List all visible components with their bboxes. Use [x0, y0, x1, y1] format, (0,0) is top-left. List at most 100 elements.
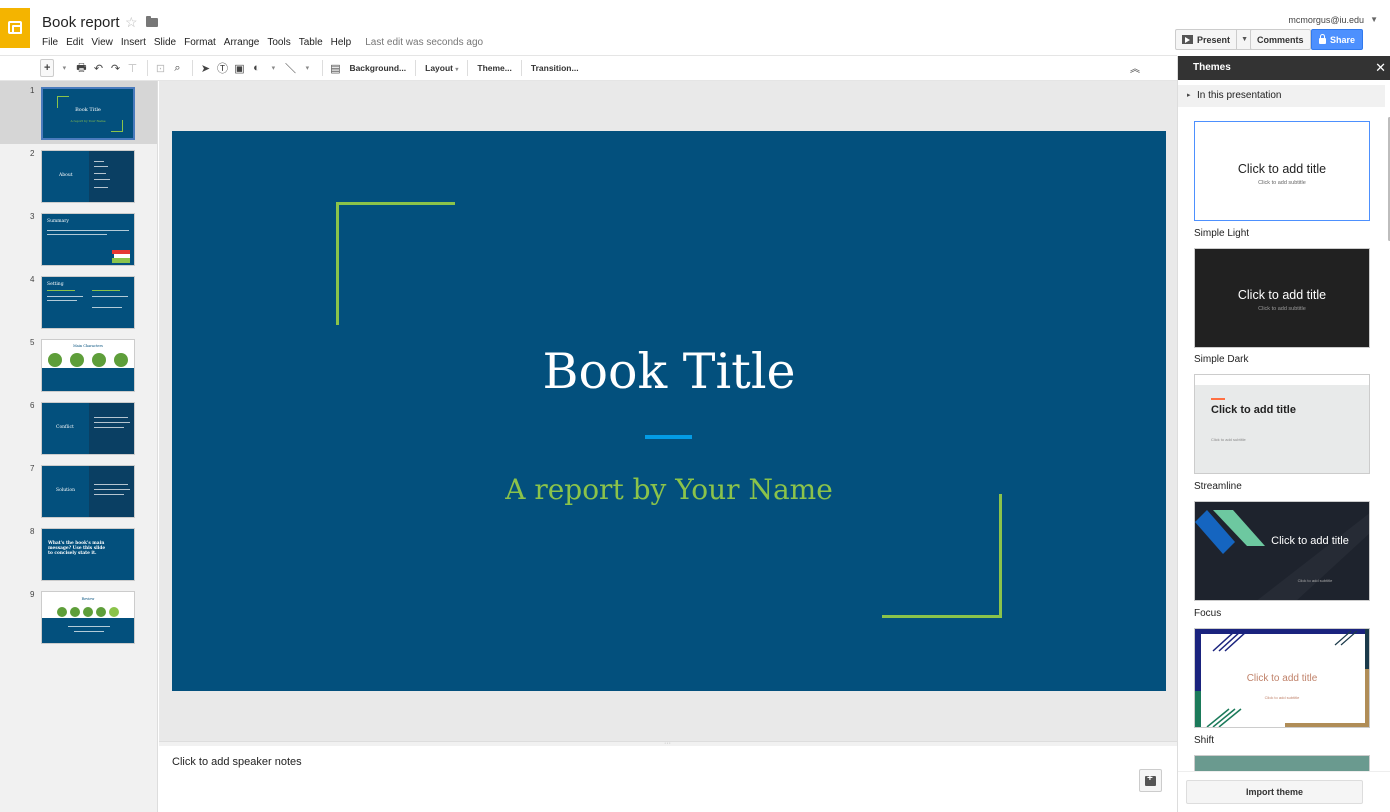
thumb-text-line [94, 161, 104, 162]
print-icon[interactable]: 🖶 [74, 59, 88, 77]
menu-bar: File Edit View Insert Slide Format Arran… [42, 37, 483, 48]
current-slide[interactable]: Book Title A report by Your Name [172, 131, 1166, 691]
line-icon[interactable]: ＼ [283, 59, 297, 77]
thumb-avatar [114, 353, 128, 367]
menu-slide[interactable]: Slide [154, 37, 176, 48]
slide-thumbnail-3[interactable]: 3 Summary [0, 207, 157, 270]
account-chevron-down-icon[interactable]: ▼ [1370, 15, 1378, 24]
menu-view[interactable]: View [91, 37, 113, 48]
paint-format-icon[interactable]: ⊤ [125, 59, 139, 77]
slide-thumbnail-9[interactable]: 9 Review [0, 585, 157, 648]
toolbar-divider [415, 60, 417, 76]
theme-card-subtitle: Click to add subtitle [1264, 695, 1300, 700]
thumb-text-line [47, 300, 77, 301]
star-icon[interactable]: ☆ [125, 14, 138, 31]
thumb-text-line [94, 494, 124, 495]
slide-thumbnail-1[interactable]: 1 Book Title A report by Your Name [0, 81, 157, 144]
theme-card-shift[interactable]: Click to add title Click to add subtitle [1194, 628, 1370, 728]
import-theme-button[interactable]: Import theme [1186, 780, 1363, 804]
app-header: Book report ☆ File Edit View Insert Slid… [0, 0, 1390, 56]
theme-name: Shift [1194, 735, 1215, 746]
redo-icon[interactable]: ↷ [108, 59, 122, 77]
menu-edit[interactable]: Edit [66, 37, 83, 48]
slide-number: 5 [30, 338, 35, 347]
slide-thumbnail-6[interactable]: 6 Conflict [0, 396, 157, 459]
undo-icon[interactable]: ↶ [91, 59, 105, 77]
layout-button[interactable]: Layout ▾ [421, 63, 462, 73]
thumb-panel [89, 403, 134, 454]
new-slide-chevron-down-icon[interactable]: ▾ [57, 59, 71, 77]
theme-card-simple-light[interactable]: Click to add title Click to add subtitle [1194, 121, 1370, 221]
account-email[interactable]: mcmorgus@iu.edu [1288, 15, 1364, 25]
menu-tools[interactable]: Tools [267, 37, 290, 48]
menu-help[interactable]: Help [331, 37, 352, 48]
slide-preview: What's the book's main message? Use this… [41, 528, 135, 581]
slide-thumbnail-5[interactable]: 5 Main Characters [0, 333, 157, 396]
thumb-title: Solution [56, 488, 75, 493]
slide-number: 3 [30, 212, 35, 221]
select-arrow-icon[interactable]: ➤ [198, 59, 212, 77]
transition-button[interactable]: Transition... [527, 63, 583, 73]
add-comment-button[interactable] [1139, 769, 1162, 792]
zoom-fit-icon[interactable]: ⊡ [153, 59, 167, 77]
thumb-text-line [92, 307, 122, 308]
last-edit-status[interactable]: Last edit was seconds ago [365, 37, 483, 48]
toolbar-divider [520, 60, 522, 76]
toolbar-divider [322, 60, 324, 76]
text-box-icon[interactable]: Ⓣ [215, 59, 229, 77]
slide-thumbnail-8[interactable]: 8 What's the book's main message? Use th… [0, 522, 157, 585]
thumb-star-badge [70, 607, 80, 617]
theme-card-streamline[interactable]: Click to add title Click to add subtitle [1194, 374, 1370, 474]
slide-preview: Book Title A report by Your Name [41, 87, 135, 140]
new-slide-plus-icon[interactable]: + [40, 59, 55, 77]
background-button[interactable]: Background... [345, 63, 410, 73]
focus-decoration [1195, 510, 1369, 600]
thumb-star-badge [83, 607, 93, 617]
thumb-text-line [47, 296, 83, 297]
thumb-text-line [94, 187, 108, 188]
slide-number: 4 [30, 275, 35, 284]
image-icon[interactable]: ▣ [232, 59, 246, 77]
present-label: Present [1197, 34, 1231, 45]
theme-card-title: Click to add title [1237, 162, 1327, 176]
theme-card-focus[interactable]: Click to add title Click to add subtitle [1194, 501, 1370, 601]
share-button[interactable]: Share [1311, 29, 1363, 50]
collapse-toolbar-chevron-up-icon[interactable]: ︽ [1130, 60, 1140, 75]
play-icon [1182, 35, 1193, 44]
menu-table[interactable]: Table [299, 37, 323, 48]
speaker-notes-input[interactable]: Click to add speaker notes [172, 756, 302, 768]
menu-format[interactable]: Format [184, 37, 216, 48]
thumb-text-line [94, 173, 106, 174]
slide-thumbnail-4[interactable]: 4 Setting [0, 270, 157, 333]
slide-subtitle[interactable]: A report by Your Name [172, 473, 1166, 506]
thumb-panel [89, 466, 134, 517]
toolbar-divider [467, 60, 469, 76]
theme-card-simple-dark[interactable]: Click to add title Click to add subtitle [1194, 248, 1370, 348]
drag-handle-icon[interactable]: ··· [664, 740, 671, 747]
share-label: Share [1329, 34, 1355, 45]
slide-thumbnail-7[interactable]: 7 Solution [0, 459, 157, 522]
menu-file[interactable]: File [42, 37, 58, 48]
line-chevron-down-icon[interactable]: ▾ [300, 59, 314, 77]
menu-arrange[interactable]: Arrange [224, 37, 260, 48]
thumb-text-line [94, 484, 128, 485]
document-title[interactable]: Book report [42, 14, 120, 31]
in-this-presentation-toggle[interactable]: ▸ In this presentation [1178, 85, 1385, 107]
thumb-title: Conflict [56, 425, 74, 430]
shape-icon[interactable]: ◐ [249, 59, 263, 77]
theme-button[interactable]: Theme... [473, 63, 515, 73]
menu-insert[interactable]: Insert [121, 37, 146, 48]
comment-icon[interactable]: ▤ [328, 59, 342, 77]
close-icon[interactable]: ✕ [1375, 60, 1386, 76]
folder-icon[interactable] [146, 16, 158, 27]
shape-chevron-down-icon[interactable]: ▾ [266, 59, 280, 77]
present-button[interactable]: Present [1175, 29, 1238, 50]
slide-thumbnail-2[interactable]: 2 About [0, 144, 157, 207]
slide-number: 1 [30, 86, 35, 95]
zoom-icon[interactable]: ⌕ [170, 59, 184, 77]
themes-panel: Themes ✕ ▸ In this presentation Click to… [1177, 56, 1390, 812]
slide-title[interactable]: Book Title [172, 343, 1166, 400]
slides-logo-icon[interactable] [0, 8, 30, 48]
slide-preview: Review [41, 591, 135, 644]
comments-button[interactable]: Comments [1250, 29, 1311, 50]
